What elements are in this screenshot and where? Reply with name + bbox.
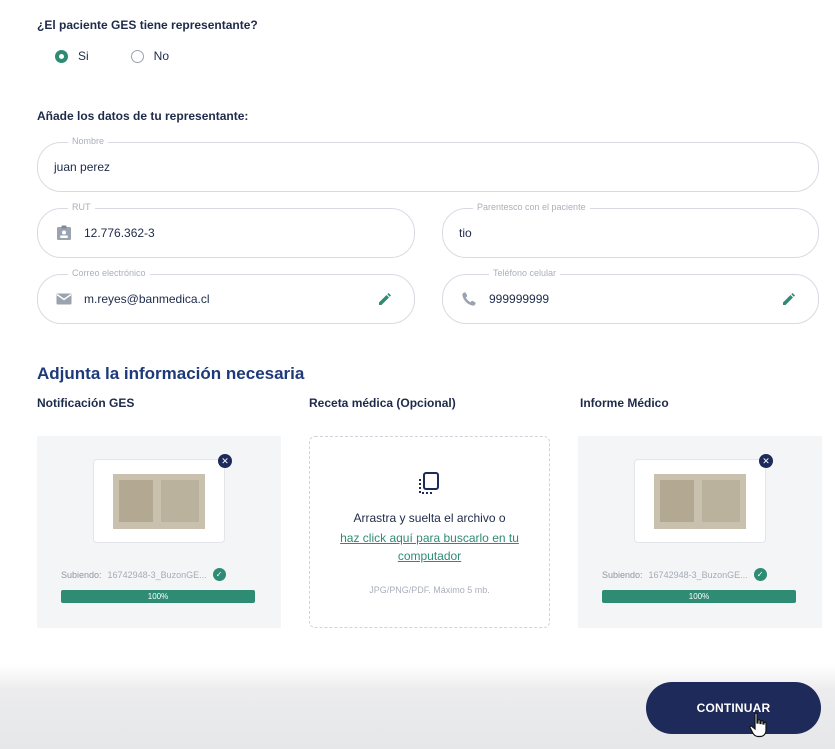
representative-radio-group: Si No: [55, 49, 169, 63]
parentesco-label: Parentesco con el paciente: [473, 202, 590, 212]
mail-icon: [56, 293, 72, 305]
nombre-field[interactable]: Nombre juan perez: [37, 136, 819, 192]
continue-button[interactable]: CONTINUAR: [646, 682, 821, 734]
radio-no-dot[interactable]: [130, 49, 144, 63]
representative-question: ¿El paciente GES tiene representante?: [37, 18, 258, 32]
hand-cursor-icon: [749, 712, 767, 738]
close-icon[interactable]: ✕: [218, 454, 232, 468]
parentesco-field[interactable]: Parentesco con el paciente tio: [442, 202, 819, 258]
document-preview-image: [654, 474, 746, 529]
upload-progress-bar: 100%: [61, 590, 255, 603]
upload-status: Subiendo: 16742948-3_BuzonGE... ✓: [61, 568, 226, 581]
pencil-icon[interactable]: [782, 292, 796, 306]
upload-file-name: 16742948-3_BuzonGE...: [107, 569, 207, 580]
phone-icon: [462, 292, 476, 306]
upload-file-icon: [419, 472, 439, 494]
radio-si-label: Si: [78, 49, 89, 63]
representative-data-subtitle: Añade los datos de tu representante:: [37, 109, 249, 123]
browse-file-link[interactable]: haz click aquí para buscarlo en tu compu…: [322, 529, 537, 565]
upload-status-prefix: Subiendo:: [602, 569, 643, 580]
document-thumbnail[interactable]: [634, 459, 766, 543]
parentesco-value[interactable]: tio: [459, 226, 472, 240]
telefono-label: Teléfono celular: [489, 268, 561, 278]
upload-status: Subiendo: 16742948-3_BuzonGE... ✓: [602, 568, 767, 581]
rut-label: RUT: [68, 202, 95, 212]
rut-value[interactable]: 12.776.362-3: [84, 226, 155, 240]
correo-field[interactable]: Correo electrónico m.reyes@banmedica.cl: [37, 268, 415, 324]
rut-field[interactable]: RUT 12.776.362-3: [37, 202, 415, 258]
nombre-label: Nombre: [68, 136, 109, 146]
dropzone-text: Arrastra y suelta el archivo o: [353, 511, 506, 525]
informe-upload-card: ✕ Subiendo: 16742948-3_BuzonGE... ✓ 100%: [578, 436, 822, 628]
receta-medica-title: Receta médica (Opcional): [309, 396, 456, 410]
notificacion-upload-card: ✕ Subiendo: 16742948-3_BuzonGE... ✓ 100%: [37, 436, 281, 628]
radio-no[interactable]: No: [130, 49, 170, 63]
document-thumbnail[interactable]: [93, 459, 225, 543]
id-badge-icon: [57, 225, 71, 240]
correo-value[interactable]: m.reyes@banmedica.cl: [84, 292, 210, 306]
radio-si[interactable]: Si: [55, 49, 89, 63]
dropzone-hint: JPG/PNG/PDF. Máximo 5 mb.: [369, 585, 490, 595]
notificacion-ges-title: Notificación GES: [37, 396, 135, 410]
nombre-value[interactable]: juan perez: [54, 160, 110, 174]
radio-no-label: No: [153, 49, 170, 63]
informe-medico-title: Informe Médico: [580, 396, 669, 410]
document-preview-image: [113, 474, 205, 529]
check-circle-icon: ✓: [753, 568, 767, 581]
telefono-value[interactable]: 999999999: [489, 292, 549, 306]
check-circle-icon: ✓: [212, 568, 226, 581]
receta-dropzone[interactable]: Arrastra y suelta el archivo o haz click…: [309, 436, 550, 628]
upload-progress-bar: 100%: [602, 590, 796, 603]
pencil-icon[interactable]: [378, 292, 392, 306]
telefono-field[interactable]: Teléfono celular 999999999: [442, 268, 819, 324]
radio-si-dot[interactable]: [55, 49, 68, 63]
attachments-title: Adjunta la información necesaria: [37, 364, 305, 383]
upload-status-prefix: Subiendo:: [61, 569, 102, 580]
correo-label: Correo electrónico: [68, 268, 150, 278]
upload-file-name: 16742948-3_BuzonGE...: [648, 569, 748, 580]
close-icon[interactable]: ✕: [759, 454, 773, 468]
